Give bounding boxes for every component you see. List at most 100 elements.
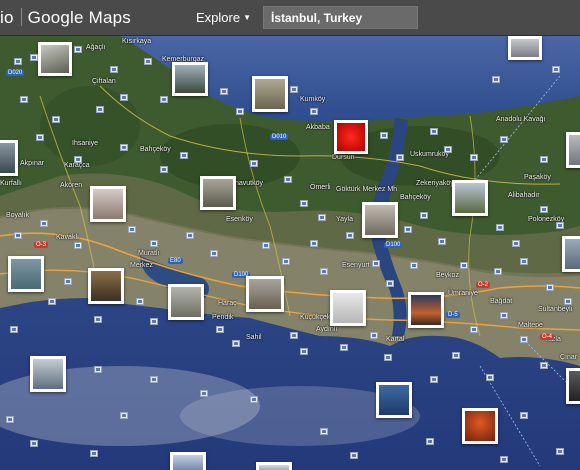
photo-marker[interactable]	[380, 132, 388, 139]
photo-marker[interactable]	[494, 268, 502, 275]
photo-marker[interactable]	[64, 278, 72, 285]
photo-marker[interactable]	[386, 280, 394, 287]
photo-marker[interactable]	[350, 452, 358, 459]
photo-marker[interactable]	[492, 76, 500, 83]
photo-marker[interactable]	[150, 318, 158, 325]
photo-marker[interactable]	[30, 440, 38, 447]
photo-marker[interactable]	[30, 54, 38, 61]
photo-marker[interactable]	[74, 156, 82, 163]
photo-marker[interactable]	[180, 152, 188, 159]
photo-marker[interactable]	[540, 206, 548, 213]
photo-thumbnail[interactable]	[168, 284, 204, 320]
photo-marker[interactable]	[320, 428, 328, 435]
photo-thumbnail[interactable]	[0, 140, 18, 176]
photo-marker[interactable]	[384, 354, 392, 361]
photo-marker[interactable]	[500, 312, 508, 319]
photo-thumbnail[interactable]	[200, 176, 236, 210]
photo-marker[interactable]	[370, 332, 378, 339]
photo-marker[interactable]	[40, 220, 48, 227]
photo-marker[interactable]	[150, 376, 158, 383]
photo-marker[interactable]	[310, 108, 318, 115]
photo-thumbnail[interactable]	[376, 382, 412, 418]
photo-marker[interactable]	[430, 128, 438, 135]
photo-marker[interactable]	[14, 58, 22, 65]
photo-thumbnail[interactable]	[408, 292, 444, 328]
photo-marker[interactable]	[500, 456, 508, 463]
photo-marker[interactable]	[346, 232, 354, 239]
photo-thumbnail[interactable]	[88, 268, 124, 304]
photo-marker[interactable]	[556, 448, 564, 455]
location-search-input[interactable]	[263, 6, 418, 29]
photo-thumbnail[interactable]	[170, 452, 206, 470]
photo-marker[interactable]	[6, 416, 14, 423]
photo-marker[interactable]	[426, 438, 434, 445]
photo-marker[interactable]	[564, 298, 572, 305]
photo-marker[interactable]	[210, 250, 218, 257]
photo-marker[interactable]	[340, 344, 348, 351]
photo-marker[interactable]	[500, 136, 508, 143]
photo-marker[interactable]	[110, 66, 118, 73]
photo-marker[interactable]	[250, 396, 258, 403]
photo-marker[interactable]	[496, 224, 504, 231]
photo-marker[interactable]	[300, 200, 308, 207]
photo-marker[interactable]	[460, 262, 468, 269]
photo-thumbnail[interactable]	[90, 186, 126, 222]
photo-marker[interactable]	[512, 240, 520, 247]
photo-marker[interactable]	[262, 242, 270, 249]
photo-marker[interactable]	[250, 160, 258, 167]
photo-marker[interactable]	[404, 226, 412, 233]
photo-thumbnail[interactable]	[362, 202, 398, 238]
photo-marker[interactable]	[160, 96, 168, 103]
photo-marker[interactable]	[438, 238, 446, 245]
photo-marker[interactable]	[232, 340, 240, 347]
photo-marker[interactable]	[520, 412, 528, 419]
photo-thumbnail[interactable]	[330, 290, 366, 326]
explore-menu-button[interactable]: Explore ▼	[196, 10, 251, 25]
photo-marker[interactable]	[420, 212, 428, 219]
photo-marker[interactable]	[318, 214, 326, 221]
photo-marker[interactable]	[120, 412, 128, 419]
photo-marker[interactable]	[430, 376, 438, 383]
photo-marker[interactable]	[396, 154, 404, 161]
photo-thumbnail[interactable]	[256, 462, 292, 470]
photo-marker[interactable]	[10, 326, 18, 333]
photo-thumbnail[interactable]	[38, 42, 72, 76]
photo-marker[interactable]	[48, 298, 56, 305]
photo-marker[interactable]	[128, 226, 136, 233]
photo-marker[interactable]	[136, 298, 144, 305]
photo-marker[interactable]	[282, 258, 290, 265]
photo-marker[interactable]	[452, 352, 460, 359]
photo-marker[interactable]	[94, 316, 102, 323]
photo-marker[interactable]	[470, 154, 478, 161]
photo-marker[interactable]	[540, 156, 548, 163]
photo-marker[interactable]	[120, 94, 128, 101]
photo-marker[interactable]	[74, 242, 82, 249]
satellite-map[interactable]: Ağaçlı Kısırkaya Çiftalan Kemerburgaz Ku…	[0, 36, 580, 470]
photo-thumbnail[interactable]	[566, 132, 580, 168]
photo-marker[interactable]	[320, 268, 328, 275]
photo-marker[interactable]	[20, 96, 28, 103]
brand[interactable]: io Google Maps	[0, 8, 131, 28]
photo-marker[interactable]	[290, 86, 298, 93]
photo-marker[interactable]	[556, 222, 564, 229]
photo-marker[interactable]	[186, 232, 194, 239]
photo-marker[interactable]	[486, 374, 494, 381]
photo-thumbnail[interactable]	[172, 62, 208, 96]
photo-thumbnail[interactable]	[462, 408, 498, 444]
photo-marker[interactable]	[284, 176, 292, 183]
photo-thumbnail[interactable]	[566, 368, 580, 404]
photo-marker[interactable]	[444, 146, 452, 153]
photo-marker[interactable]	[372, 260, 380, 267]
photo-marker[interactable]	[290, 332, 298, 339]
photo-marker[interactable]	[216, 326, 224, 333]
photo-thumbnail[interactable]	[562, 236, 580, 272]
photo-marker[interactable]	[520, 258, 528, 265]
photo-marker[interactable]	[200, 390, 208, 397]
photo-thumbnail[interactable]	[30, 356, 66, 392]
photo-marker[interactable]	[52, 116, 60, 123]
photo-marker[interactable]	[160, 166, 168, 173]
photo-marker[interactable]	[540, 362, 548, 369]
photo-marker[interactable]	[90, 450, 98, 457]
photo-marker[interactable]	[470, 326, 478, 333]
photo-marker[interactable]	[220, 88, 228, 95]
